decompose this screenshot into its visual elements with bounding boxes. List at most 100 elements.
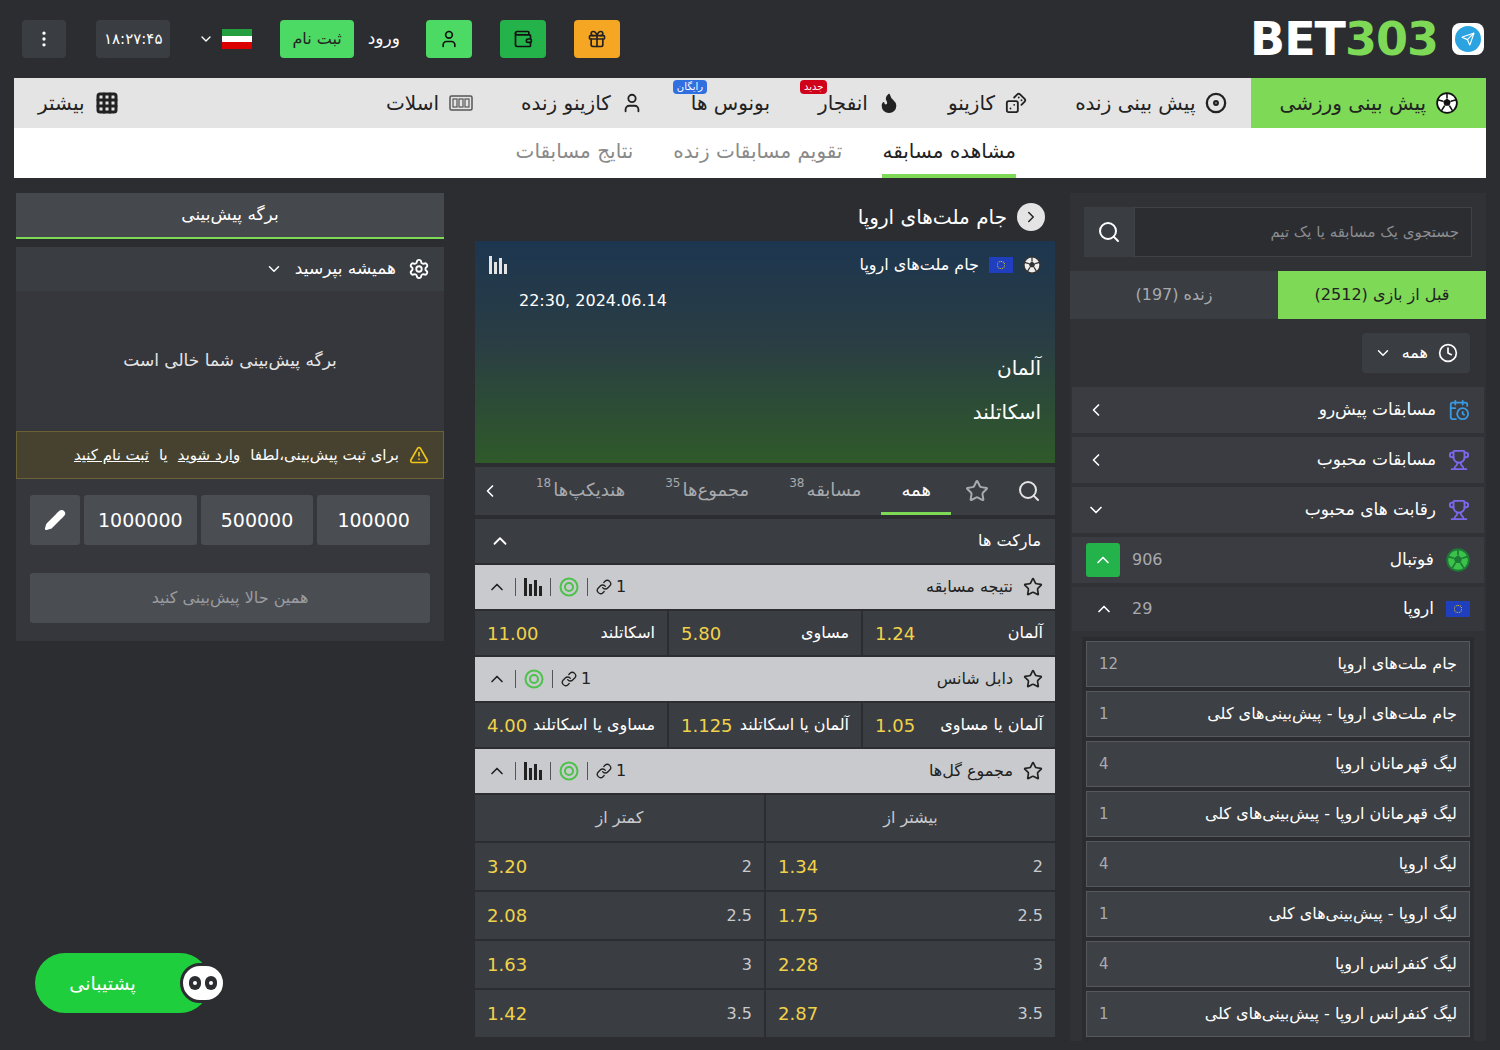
league-item[interactable]: جام ملت‌های اروپا - پیش‌بینی‌های کلی1 bbox=[1086, 691, 1470, 737]
event-datetime: 22:30, 2024.06.14 bbox=[489, 289, 667, 313]
sidebar-section[interactable]: مسابقات محبوب bbox=[1072, 437, 1484, 483]
market-search-button[interactable] bbox=[1003, 467, 1055, 515]
odds-button[interactable]: 32.28 bbox=[766, 941, 1055, 988]
odds-button[interactable]: 2.51.75 bbox=[766, 892, 1055, 939]
login-link[interactable]: وارد شوید bbox=[178, 444, 240, 467]
link-icon bbox=[596, 763, 612, 779]
odds-button[interactable]: 2.52.08 bbox=[475, 892, 764, 939]
market-header[interactable]: دابل شانس1 bbox=[475, 657, 1055, 701]
market-tab[interactable]: همه bbox=[881, 467, 951, 515]
account-button[interactable] bbox=[426, 20, 472, 58]
sub-nav-item[interactable]: مشاهده مسابقه bbox=[882, 128, 1016, 178]
odds-button[interactable]: مساوی5.80 bbox=[669, 611, 861, 655]
favorites-button[interactable] bbox=[951, 467, 1003, 515]
filter-select[interactable]: همه bbox=[1362, 333, 1470, 373]
back-button[interactable] bbox=[1017, 203, 1045, 231]
nav-badge: رایگان bbox=[673, 80, 707, 94]
market-tab[interactable]: مسابقه38 bbox=[769, 467, 881, 515]
link-icon bbox=[561, 671, 577, 687]
nav-item[interactable]: اسلات bbox=[362, 78, 497, 128]
league-item[interactable]: لیگ قهرمانان اروپا - پیش‌بینی‌های کلی1 bbox=[1086, 791, 1470, 837]
markets-title[interactable]: مارکت ها bbox=[475, 519, 1055, 563]
logo[interactable]: BET303 bbox=[1250, 16, 1484, 62]
search-input[interactable] bbox=[1147, 221, 1459, 244]
market-header[interactable]: نتیجه مسابقه1 bbox=[475, 565, 1055, 609]
menu-button[interactable] bbox=[22, 20, 66, 58]
odds-button[interactable]: مساوی یا اسکاتلند4.00 bbox=[475, 703, 667, 747]
league-item[interactable]: لیگ قهرمانان اروپا4 bbox=[1086, 741, 1470, 787]
more-button[interactable]: بیشتر bbox=[14, 78, 143, 128]
stake-presets: 1000005000001000000 bbox=[16, 479, 444, 561]
event-header: جام ملت‌های اروپا bbox=[475, 193, 1055, 241]
chevron-left-icon bbox=[1086, 400, 1106, 420]
stake-button[interactable]: 500000 bbox=[201, 495, 314, 545]
home-team: آلمان bbox=[489, 353, 1041, 383]
nav-item[interactable]: کازینو bbox=[924, 78, 1051, 128]
main-nav: پیش بینی ورزشیپیش بینی زندهکازینوانفجارج… bbox=[14, 78, 1486, 128]
market-tab[interactable]: هندیکپ‌ها18 bbox=[516, 467, 645, 515]
edit-stakes-button[interactable] bbox=[30, 495, 80, 545]
stake-button[interactable]: 1000000 bbox=[84, 495, 197, 545]
pencil-icon bbox=[44, 509, 66, 531]
calendar-icon bbox=[1448, 399, 1470, 421]
nav-item[interactable]: کازینو زنده bbox=[497, 78, 667, 128]
nav-item[interactable]: پیش بینی زنده bbox=[1051, 78, 1251, 128]
gift-button[interactable] bbox=[574, 20, 620, 58]
telegram-icon[interactable] bbox=[1452, 23, 1484, 55]
language-select[interactable] bbox=[198, 29, 252, 49]
odds-button[interactable]: آلمان1.24 bbox=[863, 611, 1055, 655]
odds-button[interactable]: اسکاتلند11.00 bbox=[475, 611, 667, 655]
column-header: کمتر از bbox=[475, 795, 764, 841]
league-item[interactable]: لیگ کنفرانس اروپا4 bbox=[1086, 941, 1470, 987]
sidebar-tab[interactable]: قبل از بازی (2512) bbox=[1278, 271, 1486, 319]
tabs-scroll-button[interactable] bbox=[475, 467, 505, 515]
register-button[interactable]: ثبت نام bbox=[280, 20, 353, 58]
wallet-button[interactable] bbox=[500, 20, 546, 58]
sidebar: قبل از بازی (2512)زنده (197) همه مسابقات پ… bbox=[1070, 193, 1486, 1041]
odds-button[interactable]: آلمان یا اسکاتلند1.125 bbox=[669, 703, 861, 747]
event-banner: جام ملت‌های اروپا22:30, 2024.06.14آلمانا… bbox=[475, 241, 1055, 463]
cashout-icon bbox=[524, 669, 544, 689]
stats-icon bbox=[524, 762, 542, 780]
league-item[interactable]: لیگ کنفرانس اروپا - پیش‌بینی‌های کلی1 bbox=[1086, 991, 1470, 1037]
nav-item[interactable]: پیش بینی ورزشی bbox=[1251, 78, 1486, 128]
sidebar-section[interactable]: مسابقات پیش‌رو bbox=[1072, 387, 1484, 433]
login-button[interactable]: ورود bbox=[368, 26, 400, 52]
wallet-icon bbox=[513, 29, 533, 49]
iran-flag-icon bbox=[222, 29, 252, 49]
market: دابل شانس1آلمان یا مساوی1.05آلمان یا اسک… bbox=[475, 657, 1055, 747]
mascot-icon bbox=[180, 963, 226, 1003]
search-button[interactable] bbox=[1084, 207, 1134, 257]
odds-button[interactable]: 3.52.87 bbox=[766, 990, 1055, 1037]
market-header[interactable]: مجموع گل‌ها1 bbox=[475, 749, 1055, 793]
league-item[interactable]: لیگ اروپا - پیش‌بینی‌های کلی1 bbox=[1086, 891, 1470, 937]
odds-button[interactable]: 31.63 bbox=[475, 941, 764, 988]
league-item[interactable]: لیگ اروپا4 bbox=[1086, 841, 1470, 887]
sub-nav-item[interactable]: تقویم مسابقات زنده bbox=[673, 128, 842, 178]
sidebar-section[interactable]: رقابت های محبوب bbox=[1072, 487, 1484, 533]
support-button[interactable]: پشتیبانی bbox=[35, 953, 210, 1013]
league-list: جام ملت‌های اروپا12جام ملت‌های اروپا - پ… bbox=[1082, 637, 1474, 1041]
register-link[interactable]: ثبت نام کنید bbox=[74, 444, 149, 467]
odds-button[interactable]: 3.51.42 bbox=[475, 990, 764, 1037]
sub-nav-item[interactable]: نتایج مسابقات bbox=[516, 128, 634, 178]
trophy-icon bbox=[1448, 449, 1470, 471]
chevron-down-icon bbox=[198, 31, 214, 47]
market-tab[interactable]: مجموع‌ها35 bbox=[645, 467, 769, 515]
sport-row[interactable]: فوتبال906 bbox=[1072, 537, 1484, 583]
football-icon bbox=[1023, 256, 1041, 274]
nav-item[interactable]: بونوس هارایگان bbox=[667, 78, 794, 128]
odds-button[interactable]: 21.34 bbox=[766, 843, 1055, 890]
star-icon bbox=[1023, 577, 1043, 597]
stake-button[interactable]: 100000 bbox=[317, 495, 430, 545]
odds-change-select[interactable]: همیشه بپرسید bbox=[16, 247, 444, 291]
star-icon bbox=[1023, 761, 1043, 781]
league-item[interactable]: جام ملت‌های اروپا12 bbox=[1086, 641, 1470, 687]
nav-item[interactable]: انفجارجدید bbox=[794, 78, 924, 128]
slot-icon bbox=[449, 94, 473, 112]
sidebar-tab[interactable]: زنده (197) bbox=[1070, 271, 1278, 319]
grid-icon bbox=[95, 91, 119, 115]
odds-button[interactable]: آلمان یا مساوی1.05 bbox=[863, 703, 1055, 747]
odds-button[interactable]: 23.20 bbox=[475, 843, 764, 890]
region-row[interactable]: اروپا29 bbox=[1072, 587, 1484, 631]
